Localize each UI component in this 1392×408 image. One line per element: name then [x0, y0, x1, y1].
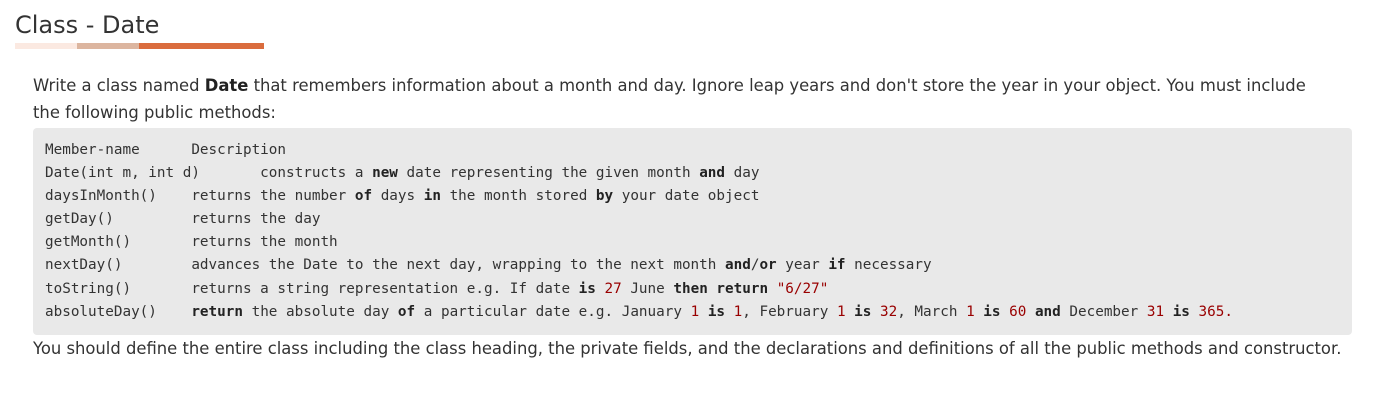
code-text: nextDay() advances the Date to the next … — [45, 257, 725, 274]
code-keyword: is — [854, 303, 872, 320]
code-number: 1 — [733, 303, 743, 320]
code-text: December — [1060, 303, 1147, 320]
code-text: the month stored — [440, 188, 596, 205]
code-keyword: and — [1034, 303, 1061, 320]
outro-paragraph: You should define the entire class inclu… — [33, 339, 1342, 358]
method-row: Date(int m, int d) constructs a new date… — [45, 162, 1233, 185]
methods-table: Member-name Description Date(int m, int d… — [45, 139, 1233, 324]
code-keyword: is — [983, 303, 1001, 320]
code-keyword: or — [759, 257, 777, 274]
method-row: getDay() returns the day — [45, 208, 1233, 231]
methods-table-rows: Date(int m, int d) constructs a new date… — [45, 162, 1233, 324]
code-text: daysInMonth() returns the number — [45, 188, 355, 205]
code-keyword: in — [423, 188, 441, 205]
code-number: 31 — [1146, 303, 1165, 320]
code-text: date representing the given month — [397, 165, 700, 182]
method-row: toString() returns a string representati… — [45, 278, 1233, 301]
code-text: getMonth() returns the month — [45, 234, 338, 251]
code-keyword: then — [673, 280, 708, 297]
code-keyword: return — [191, 303, 243, 320]
code-keyword: and — [699, 165, 726, 182]
code-keyword: new — [372, 165, 398, 182]
code-text: the absolute day — [242, 303, 398, 320]
code-number: 365. — [1198, 303, 1233, 320]
code-keyword: and — [725, 257, 751, 274]
code-text: days — [372, 188, 424, 205]
methods-code-block: Member-name Description Date(int m, int d… — [33, 128, 1352, 335]
method-row: absoluteDay() return the absolute day of… — [45, 301, 1233, 324]
method-row: daysInMonth() returns the number of days… — [45, 185, 1233, 208]
code-number: 1 — [836, 303, 846, 320]
method-row: getMonth() returns the month — [45, 231, 1233, 254]
title-underline — [15, 43, 264, 49]
underline-segment-mid — [77, 43, 139, 49]
code-text: getDay() returns the day — [45, 211, 321, 228]
intro-class-name: Date — [204, 76, 249, 95]
code-keyword: of — [354, 188, 373, 205]
code-text: a particular date e.g. January — [415, 303, 691, 320]
code-text: June — [621, 280, 674, 297]
intro-paragraph: Write a class named Date that remembers … — [33, 72, 1333, 126]
code-keyword: if — [828, 257, 846, 274]
code-text: day — [725, 165, 760, 182]
code-keyword: of — [397, 303, 416, 320]
code-number: 27 — [604, 280, 622, 297]
code-text: , March — [897, 303, 967, 320]
code-text: absoluteDay() — [45, 303, 192, 320]
code-text: year — [776, 257, 829, 274]
underline-segment-dark — [139, 43, 264, 49]
code-keyword: is — [1172, 303, 1190, 320]
code-keyword: return — [716, 280, 769, 297]
methods-table-header: Member-name Description — [45, 142, 287, 158]
code-keyword: by — [595, 188, 614, 205]
underline-segment-light — [15, 43, 77, 49]
code-keyword: is — [707, 303, 726, 320]
code-string: "6/27" — [776, 280, 829, 297]
code-text: , February — [742, 303, 837, 320]
method-row: nextDay() advances the Date to the next … — [45, 254, 1233, 277]
page-title: Class - Date — [15, 11, 160, 39]
code-number: 32 — [879, 303, 898, 320]
code-text: Date(int m, int d) constructs a — [45, 165, 373, 182]
code-number: 1 — [690, 303, 700, 320]
intro-text-before: Write a class named — [33, 76, 205, 95]
code-text: necessary — [845, 257, 932, 274]
code-keyword: is — [578, 280, 596, 297]
code-text: toString() returns a string representati… — [45, 280, 579, 297]
code-text: your date object — [613, 188, 760, 205]
code-number: 60 — [1009, 303, 1027, 320]
code-number: 1 — [966, 303, 975, 320]
